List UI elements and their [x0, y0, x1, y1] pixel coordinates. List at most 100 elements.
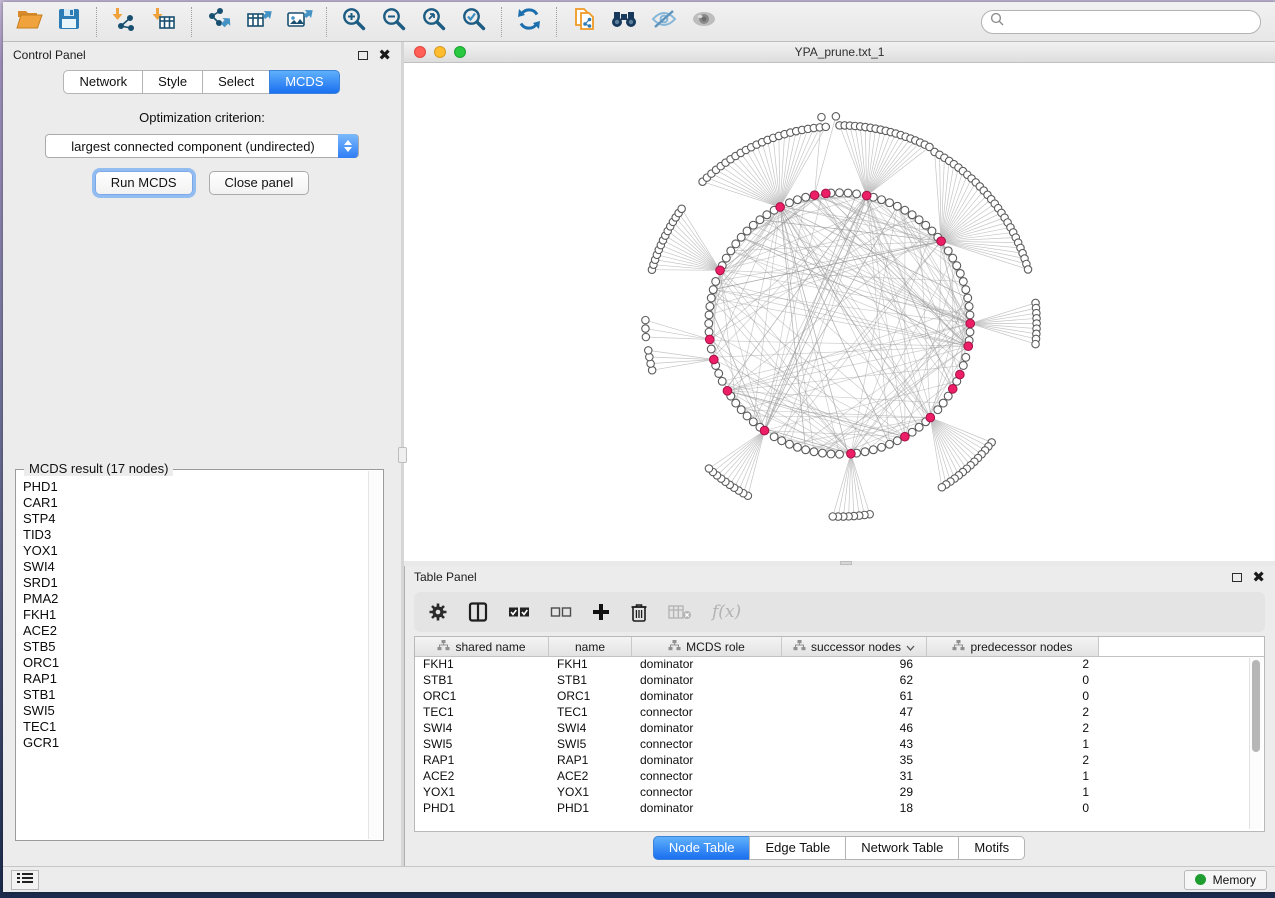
mcds-result-item[interactable]: YOX1	[17, 543, 368, 559]
tab-mcds[interactable]: MCDS	[269, 70, 339, 94]
mcds-result-item[interactable]: STP4	[17, 511, 368, 527]
select-all-icon[interactable]	[508, 605, 530, 619]
mcds-hub-node[interactable]	[716, 266, 725, 275]
network-node[interactable]	[1024, 266, 1031, 273]
tab-motifs[interactable]: Motifs	[958, 836, 1025, 860]
table-row[interactable]: RAP1RAP1dominator352	[415, 753, 1264, 769]
network-node[interactable]	[886, 199, 894, 207]
network-node[interactable]	[743, 412, 751, 420]
show-all-button[interactable]	[684, 4, 724, 40]
network-node[interactable]	[778, 437, 786, 445]
network-node[interactable]	[966, 311, 974, 319]
network-node[interactable]	[732, 240, 740, 248]
network-node[interactable]	[743, 227, 751, 235]
network-node[interactable]	[944, 247, 952, 255]
save-session-button[interactable]	[49, 4, 89, 40]
binoculars-button[interactable]	[604, 4, 644, 40]
network-node[interactable]	[959, 362, 967, 370]
mcds-hub-node[interactable]	[810, 191, 819, 200]
network-node[interactable]	[786, 199, 794, 207]
network-node[interactable]	[949, 254, 957, 262]
mcds-hub-node[interactable]	[822, 189, 831, 198]
mcds-hub-node[interactable]	[705, 335, 714, 344]
network-node[interactable]	[962, 286, 970, 294]
mcds-hub-node[interactable]	[964, 342, 973, 351]
network-node[interactable]	[934, 406, 942, 414]
horizontal-splitter-handle[interactable]	[840, 561, 852, 565]
mcds-list-scrollbar[interactable]	[368, 471, 382, 839]
network-node[interactable]	[707, 294, 715, 302]
mcds-result-item[interactable]: SWI4	[17, 559, 368, 575]
mcds-result-item[interactable]: GCR1	[17, 735, 368, 751]
window-minimize-icon[interactable]	[434, 46, 446, 58]
tab-edge-table[interactable]: Edge Table	[749, 836, 846, 860]
hide-selected-button[interactable]	[644, 4, 684, 40]
column-header-predecessor-nodes[interactable]: predecessor nodes	[927, 637, 1099, 656]
table-row[interactable]: SWI4SWI4dominator462	[415, 721, 1264, 737]
network-node[interactable]	[832, 113, 839, 120]
network-node[interactable]	[712, 278, 720, 286]
network-node[interactable]	[749, 418, 757, 426]
column-header-mcds-role[interactable]: MCDS role	[632, 637, 782, 656]
network-node[interactable]	[822, 123, 829, 130]
clone-network-button[interactable]	[564, 4, 604, 40]
network-node[interactable]	[886, 440, 894, 448]
network-node[interactable]	[893, 437, 901, 445]
close-table-panel-icon[interactable]: ✖	[1252, 570, 1265, 585]
mcds-hub-node[interactable]	[776, 203, 785, 212]
mcds-result-item[interactable]: RAP1	[17, 671, 368, 687]
mcds-hub-node[interactable]	[847, 449, 856, 458]
column-header-successor-nodes[interactable]: successor nodes	[782, 637, 927, 656]
refresh-button[interactable]	[509, 4, 549, 40]
network-node[interactable]	[915, 423, 923, 431]
export-image-button[interactable]	[279, 4, 319, 40]
panel-splitter-handle[interactable]	[398, 447, 407, 463]
network-node[interactable]	[922, 221, 930, 229]
window-close-icon[interactable]	[414, 46, 426, 58]
network-node[interactable]	[749, 221, 757, 229]
export-network-button[interactable]	[199, 4, 239, 40]
network-node[interactable]	[715, 370, 723, 378]
tab-node-table[interactable]: Node Table	[653, 836, 751, 860]
network-node[interactable]	[915, 216, 923, 224]
close-panel-icon[interactable]: ✖	[378, 48, 391, 63]
mcds-result-item[interactable]: PHD1	[17, 479, 368, 495]
show-panels-button[interactable]	[11, 870, 39, 890]
network-node[interactable]	[642, 316, 649, 323]
network-node[interactable]	[908, 211, 916, 219]
gear-icon[interactable]	[428, 602, 448, 622]
zoom-fit-button[interactable]	[414, 4, 454, 40]
network-node[interactable]	[956, 270, 964, 278]
mcds-hub-node[interactable]	[956, 370, 965, 379]
network-node[interactable]	[770, 433, 778, 441]
network-node[interactable]	[794, 443, 802, 451]
network-node[interactable]	[705, 465, 712, 472]
float-panel-icon[interactable]	[358, 51, 368, 60]
network-node[interactable]	[844, 189, 852, 197]
network-node[interactable]	[836, 450, 844, 458]
network-node[interactable]	[802, 446, 810, 454]
mcds-result-item[interactable]: TID3	[17, 527, 368, 543]
zoom-in-button[interactable]	[334, 4, 374, 40]
table-row[interactable]: ACE2ACE2connector311	[415, 769, 1264, 785]
network-node[interactable]	[853, 190, 861, 198]
network-node[interactable]	[869, 446, 877, 454]
deselect-all-icon[interactable]	[550, 605, 572, 619]
mcds-hub-node[interactable]	[760, 426, 769, 435]
mcds-hub-node[interactable]	[862, 191, 871, 200]
table-row[interactable]: ORC1ORC1dominator610	[415, 689, 1264, 705]
network-node[interactable]	[938, 484, 945, 491]
network-node[interactable]	[901, 206, 909, 214]
network-node[interactable]	[827, 450, 835, 458]
network-node[interactable]	[818, 113, 825, 120]
mcds-hub-node[interactable]	[948, 385, 957, 394]
network-node[interactable]	[878, 196, 886, 204]
mcds-result-list[interactable]: PHD1CAR1STP4TID3YOX1SWI4SRD1PMA2FKH1ACE2…	[17, 471, 368, 839]
network-node[interactable]	[705, 311, 713, 319]
network-node[interactable]	[819, 449, 827, 457]
network-node[interactable]	[939, 399, 947, 407]
network-node[interactable]	[928, 227, 936, 235]
add-icon[interactable]	[592, 603, 610, 621]
mcds-hub-node[interactable]	[966, 319, 975, 328]
network-node[interactable]	[645, 347, 652, 354]
